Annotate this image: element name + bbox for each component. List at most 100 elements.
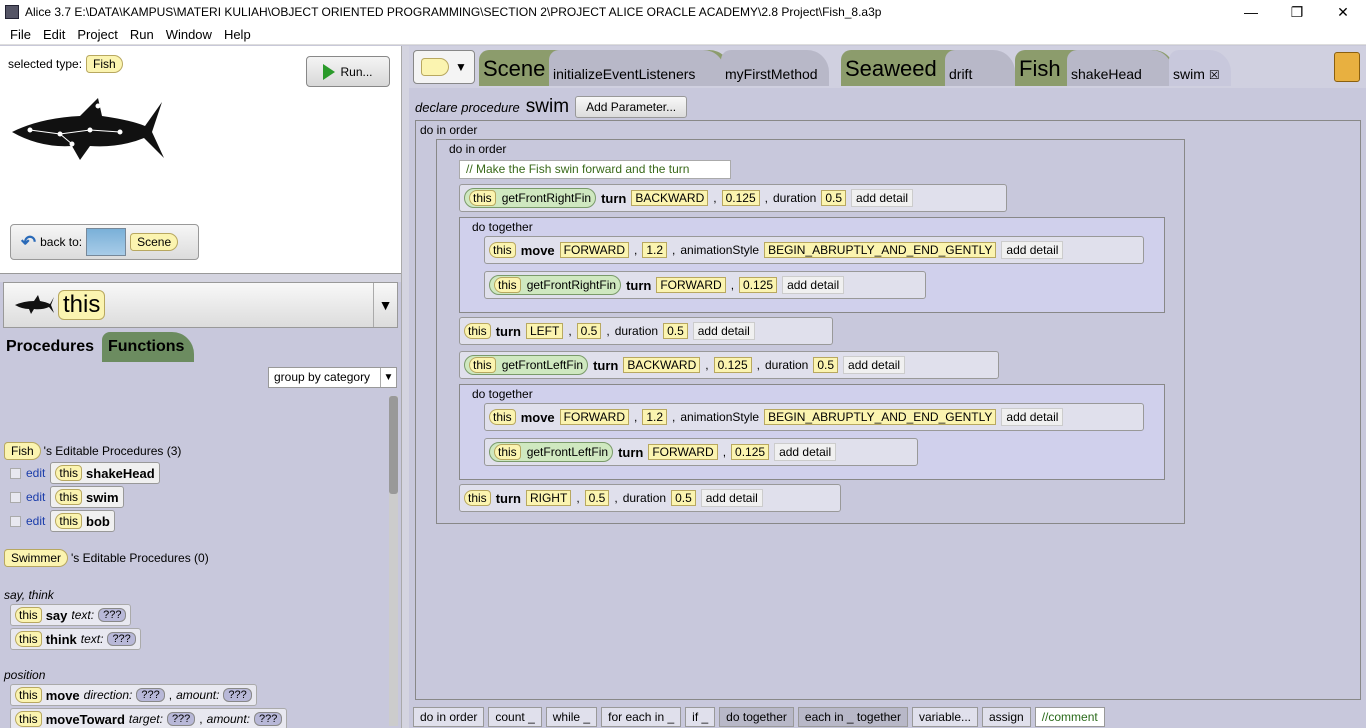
chevron-down-icon[interactable]: ▼ [373,283,397,327]
maximize-button[interactable]: ❐ [1274,0,1320,24]
move-forward-statement[interactable]: this move FORWARD, 1.2, animationStyle B… [484,236,1144,264]
do-together-block-2[interactable]: do together this move FORWARD, 1.2, anim… [459,384,1165,480]
direction-value[interactable]: LEFT [525,323,564,339]
vertical-splitter[interactable] [401,46,409,728]
do-together-label: do together [472,387,533,401]
tab-scene[interactable]: Scene [483,56,545,82]
back-to-button[interactable]: ↶ back to: Scene [10,224,199,260]
add-detail-button[interactable]: add detail [774,443,837,461]
scrollbar-thumb[interactable] [389,396,398,494]
close-icon[interactable]: ☒ [1209,68,1220,82]
this-chip: this [55,489,83,505]
move-forward-statement[interactable]: this move FORWARD, 1.2, animationStyle B… [484,403,1144,431]
menu-project[interactable]: Project [77,27,117,42]
panel-splitter[interactable] [0,274,401,282]
amount-value[interactable]: 0.125 [721,190,760,206]
amount-value[interactable]: 0.125 [731,444,770,460]
instance-selector[interactable]: this ▼ [3,282,398,328]
close-button[interactable]: ✕ [1320,0,1366,24]
move-tile[interactable]: this move direction: ???, amount: ??? [10,684,257,706]
add-detail-button[interactable]: add detail [1001,241,1064,259]
animation-style-value[interactable]: BEGIN_ABRUPTLY_AND_END_GENTLY [764,409,997,425]
add-detail-button[interactable]: add detail [851,189,914,207]
if-tile[interactable]: if _ [685,707,716,727]
move-toward-tile[interactable]: this moveToward target: ???, amount: ??? [10,708,288,728]
tab-functions[interactable]: Functions [102,332,194,362]
checkbox[interactable] [10,515,21,527]
direction-value[interactable]: RIGHT [525,490,572,506]
duration-value[interactable]: 0.5 [813,357,839,373]
do-together-block-1[interactable]: do together this move FORWARD, 1.2, anim… [459,217,1165,313]
assign-tile[interactable]: assign [982,707,1031,727]
procedure-tile-swim[interactable]: this swim [50,486,124,508]
duration-value[interactable]: 0.5 [821,190,847,206]
edit-link[interactable]: edit [26,514,45,528]
direction-value[interactable]: BACKWARD [623,357,701,373]
variable-tile[interactable]: variable... [911,707,978,727]
checkbox[interactable] [10,491,21,503]
add-detail-button[interactable]: add detail [692,322,755,340]
type-selector-button[interactable]: ▼ [413,50,475,84]
tab-shake-head[interactable]: shakeHead [1067,50,1173,86]
checkbox[interactable] [10,467,21,479]
tab-fish[interactable]: Fish [1019,56,1061,82]
tab-drift[interactable]: drift [945,50,1015,86]
while-tile[interactable]: while _ [545,707,598,727]
amount-value[interactable]: 0.5 [576,323,602,339]
do-together-tile[interactable]: do together [719,707,794,727]
tab-my-first-method[interactable]: myFirstMethod [721,50,829,86]
turn-statement-front-right-fin[interactable]: this getFrontRightFin turn BACKWARD, 0.12… [459,184,1007,212]
clipboard-icon[interactable] [1334,52,1360,82]
duration-value[interactable]: 0.5 [671,490,696,506]
tab-swim[interactable]: swim ☒ [1169,50,1231,86]
tab-procedures[interactable]: Procedures [0,332,100,362]
procedure-tile-bob[interactable]: this bob [50,510,115,532]
turn-statement-front-left-fin[interactable]: this getFrontLeftFin turn BACKWARD, 0.125… [459,351,999,379]
menu-run[interactable]: Run [130,27,154,42]
turn-forward-front-left-fin[interactable]: this getFrontLeftFin turn FORWARD, 0.125 … [484,438,918,466]
amount-value[interactable]: 1.2 [642,242,668,258]
edit-link[interactable]: edit [26,466,45,480]
direction-value[interactable]: FORWARD [559,409,629,425]
tab-initialize-event-listeners[interactable]: initializeEventListeners [549,50,725,86]
do-in-order-tile[interactable]: do in order [413,707,485,727]
amount-value[interactable]: 0.125 [713,357,752,373]
direction-value[interactable]: FORWARD [656,277,726,293]
menu-edit[interactable]: Edit [43,27,65,42]
inner-do-in-order-block[interactable]: do in order // Make the Fish swin forwar… [436,139,1185,524]
menu-window[interactable]: Window [166,27,212,42]
run-button[interactable]: Run... [306,56,390,87]
turn-forward-front-right-fin[interactable]: this getFrontRightFin turn FORWARD, 0.125… [484,271,926,299]
tab-seaweed[interactable]: Seaweed [845,56,937,82]
menu-file[interactable]: File [10,27,31,42]
count-tile[interactable]: count _ [488,707,542,727]
edit-link[interactable]: edit [26,490,45,504]
amount-value[interactable]: 1.2 [642,409,668,425]
add-detail-button[interactable]: add detail [782,276,845,294]
procedure-tile-shakehead[interactable]: this shakeHead [50,462,160,484]
add-detail-button[interactable]: add detail [700,489,763,507]
direction-value[interactable]: FORWARD [648,444,718,460]
scrollbar[interactable] [389,396,398,726]
menu-help[interactable]: Help [224,27,251,42]
duration-value[interactable]: 0.5 [663,323,688,339]
animation-style-value[interactable]: BEGIN_ABRUPTLY_AND_END_GENTLY [764,242,997,258]
turn-label: turn [593,357,619,373]
add-parameter-button[interactable]: Add Parameter... [575,96,688,118]
say-tile[interactable]: this say text: ??? [10,604,132,626]
group-by-select[interactable]: group by category ▼ [268,367,397,388]
amount-value[interactable]: 0.5 [584,490,610,506]
add-detail-button[interactable]: add detail [843,356,906,374]
turn-right-statement[interactable]: this turn RIGHT, 0.5, duration 0.5 add d… [459,484,841,512]
for-each-in-tile[interactable]: for each in _ [601,707,682,727]
comment-tile[interactable]: //comment [1034,707,1105,727]
minimize-button[interactable]: — [1228,0,1274,24]
add-detail-button[interactable]: add detail [1001,408,1064,426]
direction-value[interactable]: BACKWARD [631,190,709,206]
comment-statement[interactable]: // Make the Fish swin forward and the tu… [459,160,731,179]
direction-value[interactable]: FORWARD [559,242,629,258]
think-tile[interactable]: this think text: ??? [10,628,141,650]
turn-left-statement[interactable]: this turn LEFT, 0.5, duration 0.5 add de… [459,317,833,345]
each-in-together-tile[interactable]: each in _ together [797,707,908,727]
amount-value[interactable]: 0.125 [739,277,778,293]
